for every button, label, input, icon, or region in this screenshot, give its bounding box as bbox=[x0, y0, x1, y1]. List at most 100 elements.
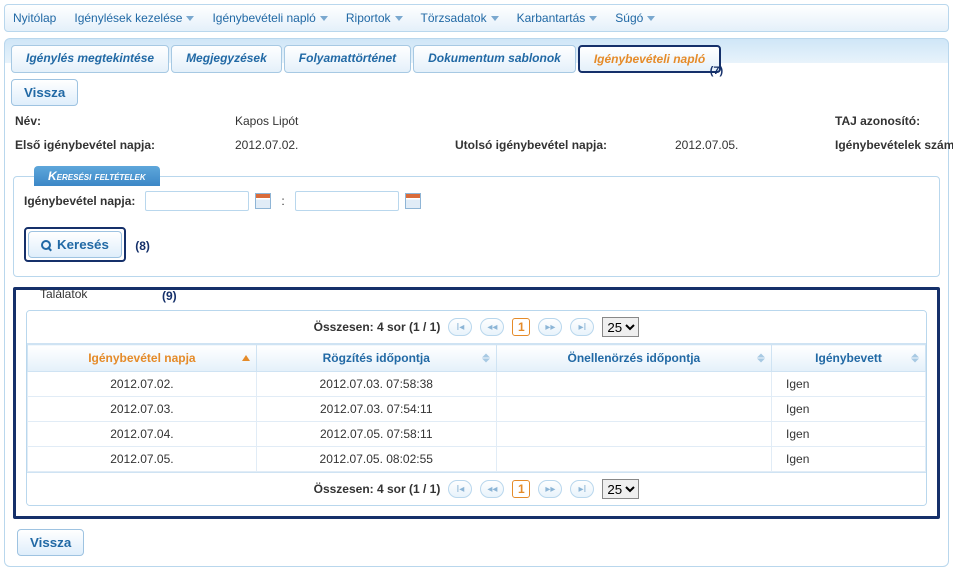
calendar-icon[interactable] bbox=[255, 193, 271, 209]
results-table: Igénybevétel napja Rögzítés időpontja Ön… bbox=[27, 344, 926, 472]
tab-sablonok[interactable]: Dokumentum sablonok bbox=[413, 45, 576, 73]
count-label: Igénybevételek száma: bbox=[835, 138, 953, 152]
paginator-summary: Összesen: 4 sor (1 / 1) bbox=[314, 320, 441, 334]
back-button-bottom[interactable]: Vissza bbox=[17, 529, 84, 556]
menu-torzsadatok[interactable]: Törzsadatok bbox=[421, 11, 499, 25]
menu-label: Karbantartás bbox=[517, 11, 586, 25]
annotation-7: (7) bbox=[710, 65, 723, 77]
menu-label: Igénybevételi napló bbox=[212, 11, 315, 25]
table-row[interactable]: 2012.07.05. 2012.07.05. 08:02:55 Igen bbox=[28, 447, 926, 472]
cell-checked bbox=[496, 372, 771, 397]
search-button-label: Keresés bbox=[57, 237, 109, 252]
menu-nyitolap[interactable]: Nyitólap bbox=[13, 11, 56, 25]
menu-karbantartas[interactable]: Karbantartás bbox=[517, 11, 598, 25]
page-next-button[interactable]: ▸▸ bbox=[538, 318, 562, 336]
menu-label: Törzsadatok bbox=[421, 11, 487, 25]
chevron-down-icon bbox=[320, 16, 328, 21]
tab-naplo[interactable]: Igénybevételi napló (7) bbox=[578, 45, 721, 73]
page-current: 1 bbox=[512, 480, 530, 498]
search-row: Igénybevétel napja: : bbox=[24, 191, 929, 211]
cell-checked bbox=[496, 397, 771, 422]
last-value: 2012.07.05. bbox=[675, 138, 835, 152]
cell-date: 2012.07.05. bbox=[28, 447, 257, 472]
search-button-highlight: Keresés bbox=[24, 227, 126, 262]
page-first-button[interactable]: I◂ bbox=[448, 318, 472, 336]
chevron-down-icon bbox=[589, 16, 597, 21]
sort-icon bbox=[482, 354, 490, 363]
name-label: Név: bbox=[15, 114, 235, 128]
page-last-button[interactable]: ▸I bbox=[570, 480, 594, 498]
chevron-down-icon bbox=[186, 16, 194, 21]
date-from-input[interactable] bbox=[145, 191, 249, 211]
paginator-top: Összesen: 4 sor (1 / 1) I◂ ◂◂ 1 ▸▸ ▸I 25 bbox=[27, 311, 926, 344]
results-legend: Találatok bbox=[40, 287, 150, 301]
sort-icon bbox=[757, 354, 765, 363]
first-value: 2012.07.02. bbox=[235, 138, 455, 152]
cell-recorded: 2012.07.05. 07:58:11 bbox=[256, 422, 496, 447]
paginator-summary: Összesen: 4 sor (1 / 1) bbox=[314, 482, 441, 496]
search-fieldset: Keresési feltételek Igénybevétel napja: … bbox=[13, 176, 940, 277]
sort-icon bbox=[911, 354, 919, 363]
annotation-9: (9) bbox=[162, 289, 177, 303]
col-recorded[interactable]: Rögzítés időpontja bbox=[256, 345, 496, 372]
results-table-wrapper: Összesen: 4 sor (1 / 1) I◂ ◂◂ 1 ▸▸ ▸I 25… bbox=[26, 310, 927, 506]
col-checked[interactable]: Önellenörzés időpontja bbox=[496, 345, 771, 372]
name-value: Kapos Lipót bbox=[235, 114, 455, 128]
calendar-icon[interactable] bbox=[405, 193, 421, 209]
search-legend: Keresési feltételek bbox=[34, 166, 160, 186]
tab-folyamattortenet[interactable]: Folyamattörténet bbox=[284, 45, 411, 73]
paginator-bottom: Összesen: 4 sor (1 / 1) I◂ ◂◂ 1 ▸▸ ▸I 25 bbox=[27, 472, 926, 505]
date-label: Igénybevétel napja: bbox=[24, 194, 135, 208]
page-prev-button[interactable]: ◂◂ bbox=[480, 480, 504, 498]
menu-naplo[interactable]: Igénybevételi napló bbox=[212, 11, 327, 25]
cell-date: 2012.07.04. bbox=[28, 422, 257, 447]
last-label: Utolsó igénybevétel napja: bbox=[455, 138, 675, 152]
chevron-down-icon bbox=[647, 16, 655, 21]
cell-date: 2012.07.03. bbox=[28, 397, 257, 422]
menu-label: Nyitólap bbox=[13, 11, 56, 25]
cell-used: Igen bbox=[772, 447, 926, 472]
col-used[interactable]: Igénybevett bbox=[772, 345, 926, 372]
cell-recorded: 2012.07.03. 07:54:11 bbox=[256, 397, 496, 422]
menu-label: Riportok bbox=[346, 11, 391, 25]
page-size-select[interactable]: 25 bbox=[602, 479, 639, 499]
tab-megtekintes[interactable]: Igénylés megtekintése bbox=[11, 45, 169, 73]
date-to-input[interactable] bbox=[295, 191, 399, 211]
back-button[interactable]: Vissza bbox=[11, 79, 78, 106]
tabs: Igénylés megtekintése Megjegyzések Folya… bbox=[11, 45, 942, 73]
page-size-select[interactable]: 25 bbox=[602, 317, 639, 337]
chevron-down-icon bbox=[395, 16, 403, 21]
table-row[interactable]: 2012.07.04. 2012.07.05. 07:58:11 Igen bbox=[28, 422, 926, 447]
cell-used: Igen bbox=[772, 422, 926, 447]
annotation-8: (8) bbox=[135, 239, 150, 253]
details-grid: Név: Kapos Lipót TAJ azonosító: 55500870… bbox=[11, 106, 942, 166]
menu-label: Igénylések kezelése bbox=[74, 11, 182, 25]
main-panel: Igénylés megtekintése Megjegyzések Folya… bbox=[4, 38, 949, 567]
taj-label: TAJ azonosító: bbox=[835, 114, 953, 128]
tab-megjegyzesek[interactable]: Megjegyzések bbox=[171, 45, 282, 73]
sort-asc-icon bbox=[242, 355, 250, 361]
cell-recorded: 2012.07.03. 07:58:38 bbox=[256, 372, 496, 397]
cell-date: 2012.07.02. bbox=[28, 372, 257, 397]
cell-used: Igen bbox=[772, 372, 926, 397]
cell-recorded: 2012.07.05. 08:02:55 bbox=[256, 447, 496, 472]
page-first-button[interactable]: I◂ bbox=[448, 480, 472, 498]
search-button[interactable]: Keresés bbox=[28, 231, 122, 258]
results-highlight: Találatok (9) Összesen: 4 sor (1 / 1) I◂… bbox=[13, 287, 940, 519]
table-row[interactable]: 2012.07.02. 2012.07.03. 07:58:38 Igen bbox=[28, 372, 926, 397]
menu-sugo[interactable]: Súgó bbox=[615, 11, 655, 25]
cell-used: Igen bbox=[772, 397, 926, 422]
table-row[interactable]: 2012.07.03. 2012.07.03. 07:54:11 Igen bbox=[28, 397, 926, 422]
first-label: Első igénybevétel napja: bbox=[15, 138, 235, 152]
page-last-button[interactable]: ▸I bbox=[570, 318, 594, 336]
menu-igenylesek[interactable]: Igénylések kezelése bbox=[74, 11, 194, 25]
page-prev-button[interactable]: ◂◂ bbox=[480, 318, 504, 336]
page-next-button[interactable]: ▸▸ bbox=[538, 480, 562, 498]
top-menu: Nyitólap Igénylések kezelése Igénybevéte… bbox=[4, 4, 949, 32]
col-date[interactable]: Igénybevétel napja bbox=[28, 345, 257, 372]
tab-label: Igénybevételi napló bbox=[594, 52, 705, 66]
cell-checked bbox=[496, 422, 771, 447]
page-current: 1 bbox=[512, 318, 530, 336]
search-icon bbox=[41, 240, 51, 250]
menu-riportok[interactable]: Riportok bbox=[346, 11, 403, 25]
